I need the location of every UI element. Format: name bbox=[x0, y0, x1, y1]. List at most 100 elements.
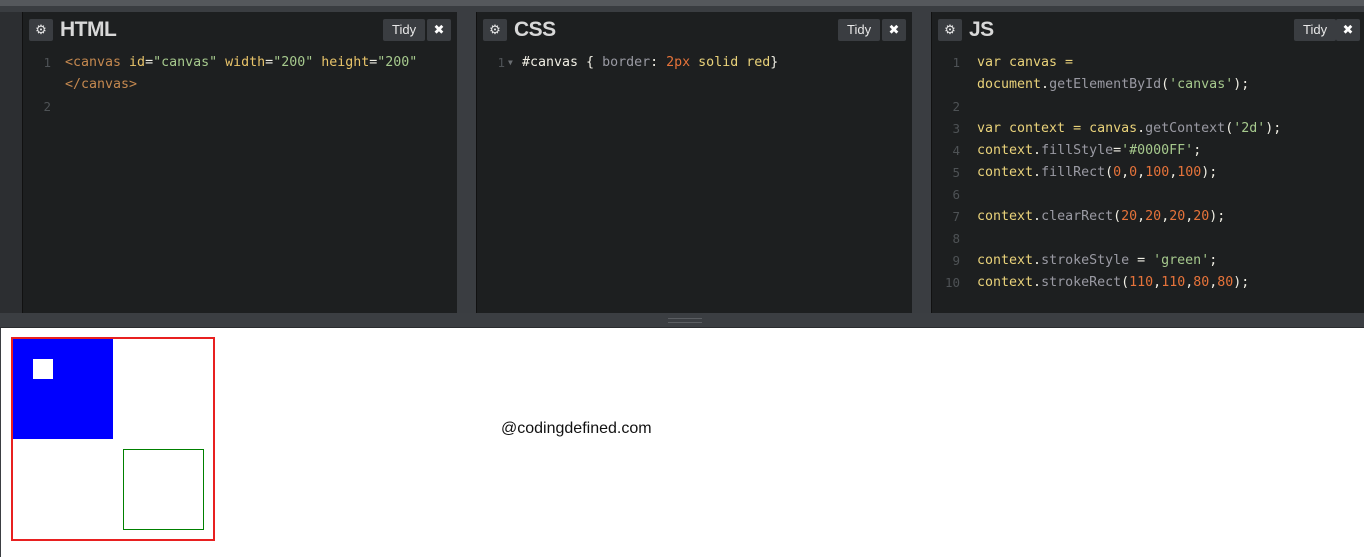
code-token: ; bbox=[1209, 253, 1218, 268]
code-line: 1 ▼ #canvas { border: 2px solid red} bbox=[477, 52, 912, 74]
css-code-editor[interactable]: 1 ▼ #canvas { border: 2px solid red} bbox=[477, 52, 912, 319]
code-token: . bbox=[1033, 143, 1042, 158]
code-token: context bbox=[977, 275, 1034, 290]
code-token: context bbox=[977, 143, 1034, 158]
js-panel-title: JS bbox=[969, 18, 994, 41]
code-token: = bbox=[265, 55, 274, 70]
drag-handle-icon[interactable] bbox=[668, 318, 702, 323]
code-token: ); bbox=[1233, 77, 1250, 92]
code-token: document bbox=[977, 77, 1042, 92]
code-token: context bbox=[977, 209, 1034, 224]
code-line: 3 var context = canvas.getContext('2d'); bbox=[932, 118, 1364, 140]
html-tidy-button[interactable]: Tidy bbox=[383, 19, 426, 41]
gear-icon: ⚙ bbox=[944, 22, 956, 38]
canvas-drawing bbox=[13, 339, 204, 530]
code-text: context.clearRect(20,20,20,20); bbox=[977, 206, 1225, 228]
css-panel-title: CSS bbox=[514, 18, 556, 41]
code-line: 2 bbox=[932, 96, 1364, 118]
code-token: . bbox=[1033, 275, 1042, 290]
code-token: solid red bbox=[690, 55, 771, 70]
blue-filled-rect bbox=[13, 339, 113, 439]
code-text: <canvas id="canvas" width="200" height="… bbox=[65, 52, 417, 74]
code-text: context.strokeRect(110,110,80,80); bbox=[977, 272, 1249, 294]
code-token: border bbox=[602, 55, 651, 70]
code-token: 80 bbox=[1193, 275, 1210, 290]
close-icon: ✖ bbox=[888, 22, 900, 38]
code-token: ); bbox=[1265, 121, 1282, 136]
code-token: </canvas> bbox=[65, 77, 138, 92]
line-number: 1 bbox=[952, 55, 960, 70]
js-close-button[interactable]: ✖ bbox=[1336, 19, 1360, 41]
code-line: 7 context.clearRect(20,20,20,20); bbox=[932, 206, 1364, 228]
code-token: 20 bbox=[1193, 209, 1210, 224]
code-token: . bbox=[1033, 209, 1042, 224]
code-text: var context = canvas.getContext('2d'); bbox=[977, 118, 1281, 140]
close-icon: ✖ bbox=[433, 22, 445, 38]
code-token: <canvas bbox=[65, 55, 130, 70]
code-token: 20 bbox=[1169, 209, 1186, 224]
code-line: 9 context.strokeStyle = 'green'; bbox=[932, 250, 1364, 272]
code-token: . bbox=[1137, 121, 1146, 136]
code-line: 6 bbox=[932, 184, 1364, 206]
css-tidy-button[interactable]: Tidy bbox=[838, 19, 881, 41]
js-panel: ⚙ JS Tidy ✖ 1 var canvas = document.getE… bbox=[931, 12, 1364, 319]
code-token: 'green' bbox=[1153, 253, 1210, 268]
code-line: 1 <canvas id="canvas" width="200" height… bbox=[23, 52, 457, 74]
code-token: , bbox=[1153, 275, 1162, 290]
code-token: ); bbox=[1209, 209, 1226, 224]
code-token: ( bbox=[1113, 209, 1122, 224]
code-line: 8 bbox=[932, 228, 1364, 250]
code-token: id bbox=[129, 55, 146, 70]
code-token: var context = canvas bbox=[977, 121, 1138, 136]
line-number: 1 bbox=[497, 55, 505, 70]
code-token: = bbox=[145, 55, 154, 70]
code-text: #canvas { border: 2px solid red} bbox=[522, 52, 778, 74]
code-token: 110 bbox=[1161, 275, 1186, 290]
html-code-editor[interactable]: 1 <canvas id="canvas" width="200" height… bbox=[23, 52, 457, 319]
line-number: 9 bbox=[952, 253, 960, 268]
code-token: '#0000FF' bbox=[1121, 143, 1194, 158]
code-token: 2px bbox=[666, 55, 691, 70]
code-token: 80 bbox=[1217, 275, 1234, 290]
code-token: , bbox=[1121, 165, 1130, 180]
js-panel-header: ⚙ JS Tidy ✖ bbox=[932, 12, 1364, 48]
editor-area: ⚙ HTML Tidy ✖ 1 <canvas id="canvas" widt… bbox=[0, 0, 1364, 319]
resize-divider[interactable] bbox=[0, 313, 1364, 328]
code-token: fillRect bbox=[1041, 165, 1106, 180]
line-number: 10 bbox=[944, 275, 960, 290]
html-panel-header: ⚙ HTML Tidy ✖ bbox=[23, 12, 457, 48]
code-token: getContext bbox=[1145, 121, 1226, 136]
css-close-button[interactable]: ✖ bbox=[882, 19, 906, 41]
code-token: width bbox=[217, 55, 266, 70]
js-code-editor[interactable]: 1 var canvas = document.getElementById('… bbox=[932, 52, 1364, 319]
code-token: . bbox=[1033, 165, 1042, 180]
html-close-button[interactable]: ✖ bbox=[427, 19, 451, 41]
line-number: 3 bbox=[952, 121, 960, 136]
code-line-wrap: </canvas> bbox=[23, 74, 457, 96]
html-panel-title: HTML bbox=[60, 18, 117, 41]
code-token: 20 bbox=[1121, 209, 1138, 224]
html-settings-button[interactable]: ⚙ bbox=[29, 19, 53, 41]
result-pane: @codingdefined.com bbox=[0, 328, 1364, 557]
line-number: 1 bbox=[43, 55, 51, 70]
css-settings-button[interactable]: ⚙ bbox=[483, 19, 507, 41]
code-token: . bbox=[1033, 253, 1042, 268]
fold-arrow-icon[interactable]: ▼ bbox=[508, 52, 513, 74]
code-text: context.fillRect(0,0,100,100); bbox=[977, 162, 1217, 184]
code-token: , bbox=[1161, 209, 1170, 224]
code-token: 'canvas' bbox=[1169, 77, 1234, 92]
code-token: ( bbox=[1105, 165, 1114, 180]
code-line-wrap: document.getElementById('canvas'); bbox=[932, 74, 1364, 96]
js-tidy-button[interactable]: Tidy bbox=[1294, 19, 1337, 41]
line-number: 8 bbox=[952, 231, 960, 246]
code-token: ( bbox=[1121, 275, 1130, 290]
code-line: 10 context.strokeRect(110,110,80,80); bbox=[932, 272, 1364, 294]
left-gutter bbox=[0, 12, 22, 319]
js-settings-button[interactable]: ⚙ bbox=[938, 19, 962, 41]
code-token: clearRect bbox=[1041, 209, 1114, 224]
code-token: } bbox=[770, 55, 779, 70]
code-token: ; bbox=[1193, 143, 1202, 158]
html-panel: ⚙ HTML Tidy ✖ 1 <canvas id="canvas" widt… bbox=[22, 12, 457, 319]
code-token: context bbox=[977, 253, 1034, 268]
code-token: ); bbox=[1233, 275, 1250, 290]
